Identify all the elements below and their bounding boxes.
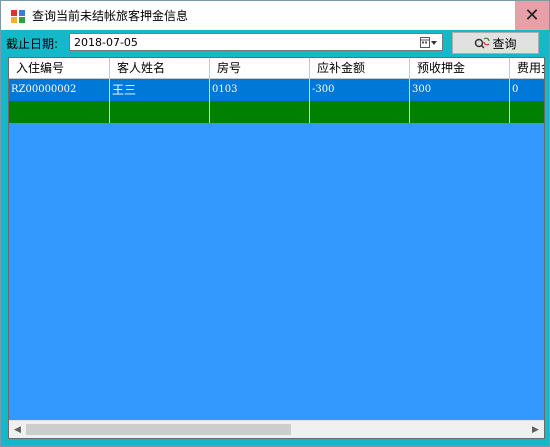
- date-value: 2018-07-05: [74, 36, 138, 49]
- title-bar: 查询当前未结帐旅客押金信息 ✕: [1, 1, 549, 30]
- app-icon: [11, 10, 25, 23]
- search-refresh-icon: [475, 37, 491, 49]
- close-button[interactable]: ✕: [515, 1, 549, 30]
- calendar-icon[interactable]: [420, 36, 438, 49]
- query-label: 查询: [492, 36, 517, 51]
- table-cell[interactable]: 0: [510, 79, 544, 101]
- table-row[interactable]: RZ00000002 王三 0103 -300 300 0: [9, 79, 544, 101]
- table-cell[interactable]: [510, 101, 544, 123]
- main-window: 查询当前未结帐旅客押金信息 ✕ 截止日期: 2018-07-05 查询 入住编号…: [0, 0, 550, 447]
- column-header[interactable]: 应补金额: [310, 58, 410, 79]
- chevron-right-icon[interactable]: ▶: [527, 421, 544, 438]
- window-title: 查询当前未结帐旅客押金信息: [32, 9, 189, 23]
- table-cell[interactable]: 王三: [110, 79, 210, 101]
- deposit-grid[interactable]: 入住编号 客人姓名 房号 应补金额 预收押金 费用金 RZ00000002 王三…: [8, 57, 545, 439]
- table-cell[interactable]: 0103: [210, 79, 310, 101]
- table-cell[interactable]: 300: [410, 79, 510, 101]
- query-button[interactable]: 查询: [452, 32, 539, 54]
- column-header[interactable]: 客人姓名: [110, 58, 210, 79]
- toolbar: 截止日期: 2018-07-05 查询: [1, 30, 549, 56]
- scrollbar-thumb[interactable]: [26, 424, 291, 435]
- table-cell[interactable]: [9, 101, 110, 123]
- grid-header: 入住编号 客人姓名 房号 应补金额 预收押金 费用金: [9, 58, 544, 79]
- close-icon: ✕: [524, 5, 540, 26]
- date-label: 截止日期:: [6, 37, 59, 51]
- table-cell[interactable]: [210, 101, 310, 123]
- table-cell[interactable]: [110, 101, 210, 123]
- horizontal-scrollbar[interactable]: ◀ ▶: [9, 420, 544, 438]
- table-cell[interactable]: RZ00000002: [9, 79, 110, 101]
- column-header[interactable]: 费用金: [510, 58, 544, 79]
- table-cell[interactable]: [310, 101, 410, 123]
- table-cell[interactable]: -300: [310, 79, 410, 101]
- table-cell[interactable]: [410, 101, 510, 123]
- new-row[interactable]: [9, 101, 544, 123]
- column-header[interactable]: 入住编号: [9, 58, 110, 79]
- date-picker[interactable]: 2018-07-05: [69, 33, 443, 51]
- chevron-left-icon[interactable]: ◀: [9, 421, 26, 438]
- column-header[interactable]: 房号: [210, 58, 310, 79]
- column-header[interactable]: 预收押金: [410, 58, 510, 79]
